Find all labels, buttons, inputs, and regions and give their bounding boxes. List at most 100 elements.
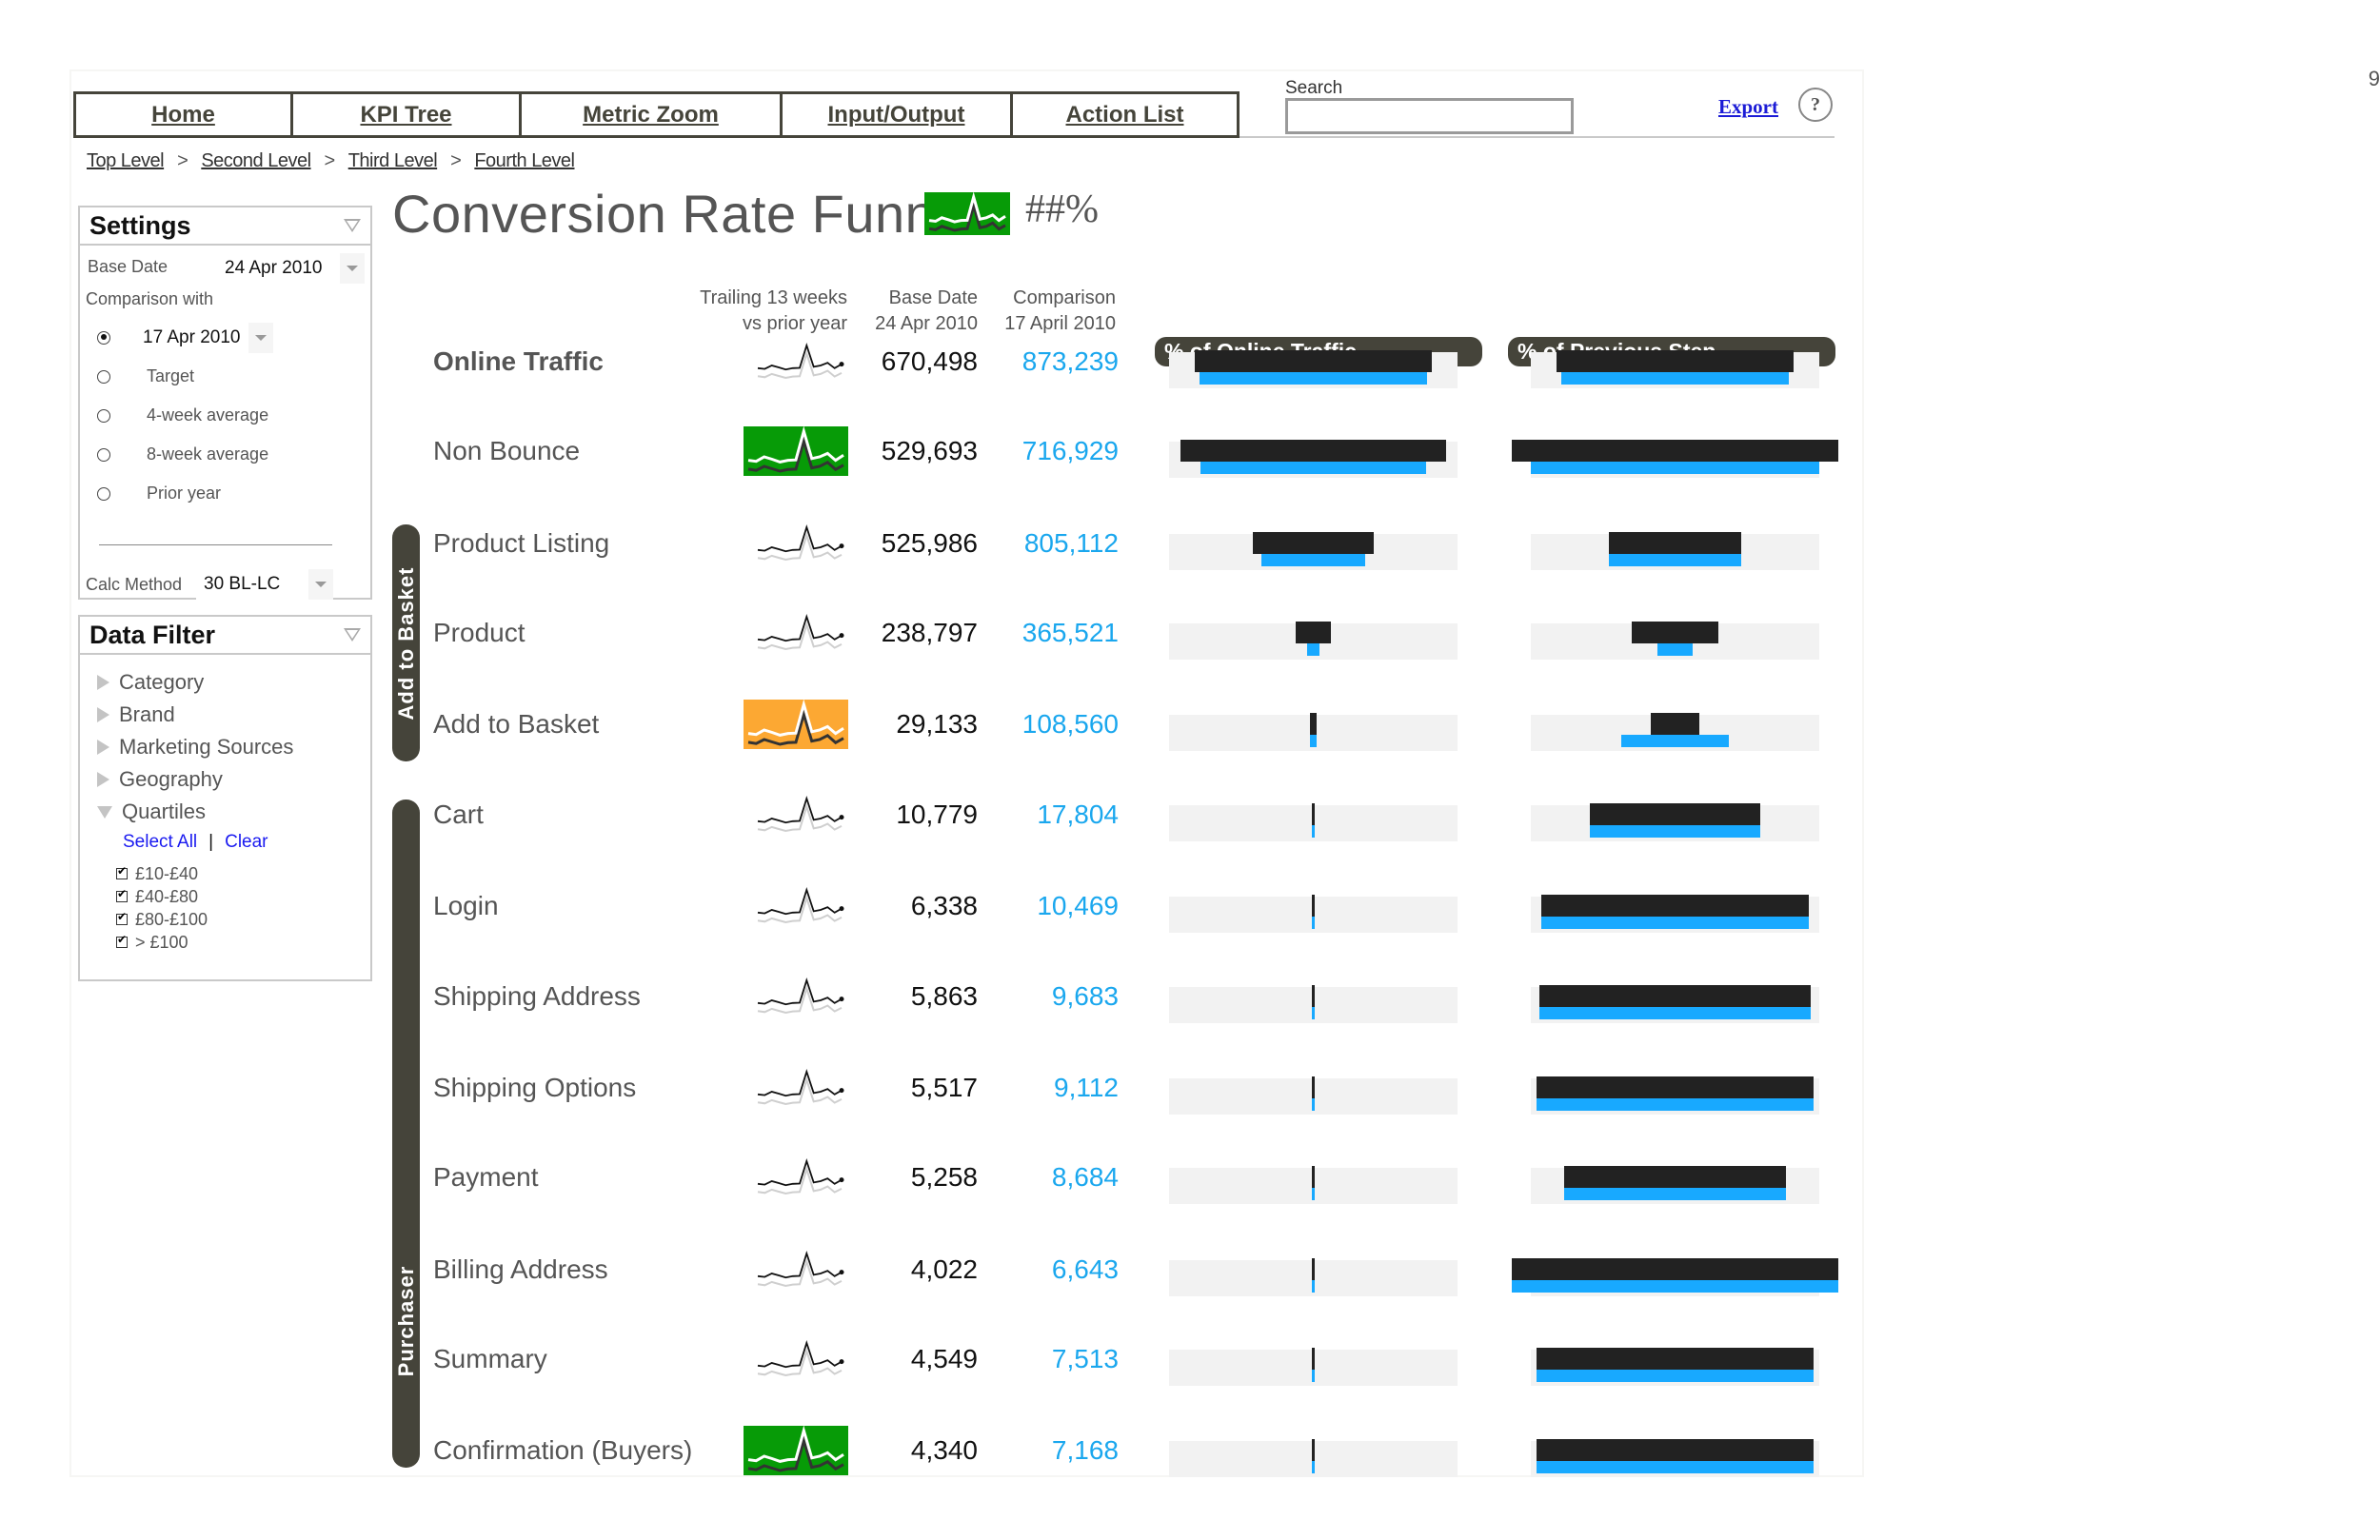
breadcrumb-second-level[interactable]: Second Level <box>201 150 311 172</box>
tab-home[interactable]: Home <box>76 94 293 135</box>
comparison-option[interactable]: Prior year <box>80 474 366 513</box>
clear-link[interactable]: Clear <box>225 832 268 853</box>
bar-pct-online-track <box>1169 532 1458 570</box>
trend-sparkline[interactable] <box>744 700 848 749</box>
radio[interactable] <box>97 369 110 384</box>
bar-pct-previous-comparison-bar <box>1560 372 1790 385</box>
tab-input-output[interactable]: Input/Output <box>783 94 1013 135</box>
radio[interactable] <box>97 486 110 501</box>
funnel-row[interactable]: Product 238,797 365,521 <box>433 604 1842 661</box>
funnel-row[interactable]: Online Traffic 670,498 873,239 <box>433 333 1842 390</box>
breadcrumb-top-level[interactable]: Top Level <box>87 150 165 172</box>
search-input[interactable] <box>1285 98 1574 134</box>
comparison-value[interactable]: 365,521 <box>1022 604 1119 661</box>
filter-quartiles[interactable]: Quartiles <box>80 796 370 828</box>
checkbox-checked[interactable] <box>116 864 128 879</box>
trend-sparkline[interactable] <box>753 885 846 927</box>
calc-method-dropdown[interactable]: 30 BL-LC <box>196 569 333 600</box>
comparison-value[interactable]: 108,560 <box>1022 696 1119 753</box>
comparison-value[interactable]: 6,643 <box>1052 1241 1119 1298</box>
funnel-row[interactable]: Product Listing 525,986 805,112 <box>433 515 1842 572</box>
trend-sparkline[interactable] <box>753 523 846 564</box>
chevron-down-icon[interactable] <box>340 253 365 284</box>
funnel-row[interactable]: Billing Address 4,022 6,643 <box>433 1241 1842 1298</box>
trend-sparkline[interactable] <box>753 976 846 1017</box>
funnel-row[interactable]: Non Bounce 529,693 716,929 <box>433 423 1842 480</box>
filter-marketing-sources[interactable]: Marketing Sources <box>80 731 370 763</box>
sparkline-endpoint <box>839 1088 844 1094</box>
comparison-value[interactable]: 9,683 <box>1052 968 1119 1025</box>
comparison-value[interactable]: 8,684 <box>1052 1149 1119 1206</box>
funnel-row[interactable]: Cart 10,779 17,804 <box>433 786 1842 843</box>
filter-brand[interactable]: Brand <box>80 699 370 731</box>
tab-action-list[interactable]: Action List <box>1013 94 1237 135</box>
comparison-value[interactable]: 716,929 <box>1022 423 1119 480</box>
chevron-down-icon[interactable] <box>248 322 273 353</box>
quartile-option[interactable]: £10-£40 <box>80 862 370 885</box>
trend-sparkline[interactable] <box>753 1067 846 1109</box>
checkbox-checked[interactable] <box>116 910 128 925</box>
quartile-option[interactable]: £80-£100 <box>80 908 370 931</box>
comparison-value[interactable]: 7,513 <box>1052 1331 1119 1388</box>
quartile-option[interactable]: £40-£80 <box>80 885 370 908</box>
comparison-option[interactable]: 8-week average <box>80 435 366 474</box>
bar-pct-online-track <box>1169 1166 1458 1204</box>
group-purchaser: Purchaser <box>392 800 420 1468</box>
comparison-option[interactable]: 17 Apr 2010 <box>80 318 366 357</box>
step-label: Confirmation (Buyers) <box>433 1435 693 1465</box>
bar-pct-previous-base-bar <box>1537 1076 1814 1098</box>
comparison-option[interactable]: 4-week average <box>80 396 366 435</box>
bar-pct-online-base-bar <box>1180 440 1446 462</box>
trend-sparkline[interactable] <box>753 1156 846 1198</box>
breadcrumb-fourth-level[interactable]: Fourth Level <box>474 150 575 172</box>
comparison-value[interactable]: 873,239 <box>1022 333 1119 390</box>
trend-sparkline[interactable] <box>753 794 846 836</box>
trend-sparkline[interactable] <box>744 426 848 476</box>
funnel-row[interactable]: Add to Basket 29,133 108,560 <box>433 696 1842 753</box>
funnel-row[interactable]: Login 6,338 10,469 <box>433 878 1842 935</box>
radio[interactable] <box>97 408 110 423</box>
comparison-value[interactable]: 7,168 <box>1052 1422 1119 1479</box>
settings-header[interactable]: Settings <box>80 207 370 246</box>
checkbox-checked[interactable] <box>116 887 128 902</box>
comparison-date-dropdown[interactable]: 17 Apr 2010 <box>135 322 273 353</box>
funnel-row[interactable]: Summary 4,549 7,513 <box>433 1331 1842 1388</box>
comparison-option[interactable]: Target <box>80 357 366 396</box>
trend-sparkline[interactable] <box>753 1249 846 1291</box>
filter-label: Marketing Sources <box>119 735 294 759</box>
export-link[interactable]: Export <box>1718 95 1778 119</box>
quartile-option[interactable]: > £100 <box>80 931 370 954</box>
filter-category[interactable]: Category <box>80 666 370 699</box>
funnel-row[interactable]: Shipping Options 5,517 9,112 <box>433 1059 1842 1116</box>
comparison-value[interactable]: 9,112 <box>1054 1059 1119 1116</box>
select-all-link[interactable]: Select All <box>123 832 197 853</box>
tab-kpi-tree[interactable]: KPI Tree <box>293 94 522 135</box>
funnel-row[interactable]: Shipping Address 5,863 9,683 <box>433 968 1842 1025</box>
trend-sparkline[interactable] <box>744 1426 848 1475</box>
group-label: Add to Basket <box>393 566 418 720</box>
filter-geography[interactable]: Geography <box>80 763 370 796</box>
data-filter-header[interactable]: Data Filter <box>80 617 370 655</box>
comparison-value[interactable]: 10,469 <box>1037 878 1119 935</box>
base-date-dropdown[interactable]: 24 Apr 2010 <box>217 253 365 284</box>
step-label: Add to Basket <box>433 709 600 739</box>
breadcrumb-third-level[interactable]: Third Level <box>348 150 438 172</box>
collapse-triangle-icon[interactable] <box>344 219 361 232</box>
trend-sparkline[interactable] <box>753 1338 846 1380</box>
tab-metric-zoom[interactable]: Metric Zoom <box>522 94 783 135</box>
checkbox-checked[interactable] <box>116 933 128 948</box>
funnel-row[interactable]: Payment 5,258 8,684 <box>433 1149 1842 1206</box>
base-value: 4,549 <box>910 1344 978 1373</box>
funnel-row[interactable]: Confirmation (Buyers) 4,340 7,168 <box>433 1422 1842 1479</box>
radio-selected[interactable] <box>97 330 110 345</box>
bar-pct-online-comparison-bar <box>1307 643 1319 656</box>
trend-sparkline[interactable] <box>753 612 846 654</box>
help-icon[interactable]: ? <box>1798 88 1833 122</box>
trend-sparkline[interactable] <box>753 341 846 383</box>
chevron-down-icon[interactable] <box>308 569 333 600</box>
collapse-triangle-icon[interactable] <box>344 628 361 642</box>
comparison-value[interactable]: 17,804 <box>1037 786 1119 843</box>
sparkline-endpoint <box>839 906 844 912</box>
radio[interactable] <box>97 447 110 462</box>
comparison-value[interactable]: 805,112 <box>1024 515 1119 572</box>
